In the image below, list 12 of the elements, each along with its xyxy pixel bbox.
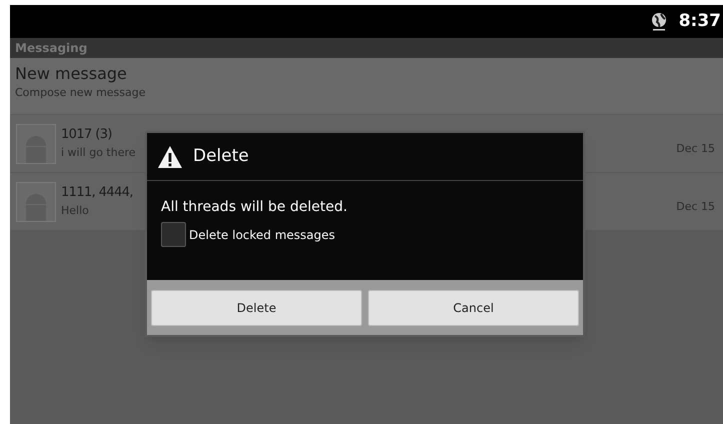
thread-name: 1017 (3) [61,127,112,144]
new-message-subtitle: Compose new message [15,87,147,98]
app-title: Messaging [15,40,88,57]
checkbox-label: Delete locked messages [189,226,336,244]
thread-date: Dec 15 [676,198,716,214]
new-message-title: New message [15,66,128,82]
thread-name: 1111, 4444, [61,185,133,202]
dialog-title: Delete [193,144,249,168]
dialog-message: All threads will be deleted. [161,198,348,217]
thread-snippet: Hello [61,204,89,218]
clock-time: 8:37 [678,10,721,33]
thread-date: Dec 15 [676,140,716,156]
